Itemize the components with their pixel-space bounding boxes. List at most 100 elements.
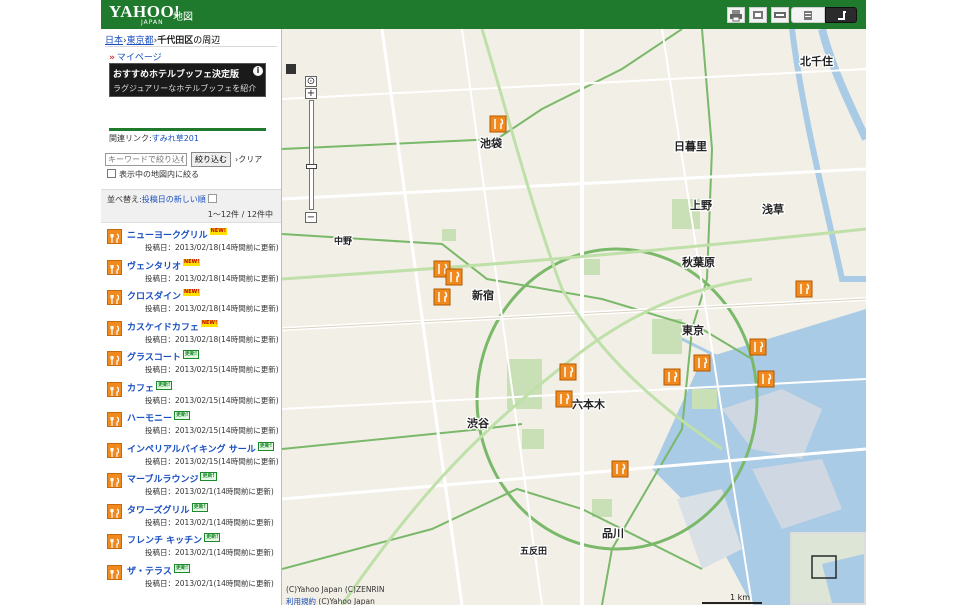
list-item[interactable]: グラスコート 更新! 投稿日：2013/02/15(14時間前に更新): [101, 349, 281, 379]
list-item[interactable]: ハーモニー 更新! 投稿日：2013/02/15(14時間前に更新): [101, 410, 281, 440]
list-item[interactable]: マーブルラウンジ 更新! 投稿日：2013/02/1(14時間前に更新): [101, 471, 281, 501]
list-item[interactable]: カフェ 更新! 投稿日：2013/02/15(14時間前に更新): [101, 380, 281, 410]
list-item[interactable]: ヴェンタリオ NEW! 投稿日：2013/02/18(14時間前に更新): [101, 258, 281, 288]
item-name[interactable]: クロスダイン NEW!: [127, 289, 201, 302]
item-name[interactable]: カスケイドカフェ NEW!: [127, 319, 219, 333]
list-view-icon: [804, 11, 812, 20]
item-title[interactable]: ニューヨークグリル: [127, 231, 208, 241]
list-item[interactable]: タワーズグリル 更新! 投稿日：2013/02/1(14時間前に更新): [101, 502, 281, 532]
share-button[interactable]: [749, 7, 767, 23]
restaurant-icon: [107, 412, 122, 427]
breadcrumb-tokyo[interactable]: 東京都: [127, 36, 154, 46]
item-title[interactable]: マーブルラウンジ: [127, 475, 198, 485]
info-icon[interactable]: i: [253, 66, 263, 76]
zoom-slider-knob[interactable]: [306, 164, 317, 169]
item-name[interactable]: タワーズグリル 更新!: [127, 502, 208, 516]
item-title[interactable]: グラスコート: [127, 353, 181, 363]
item-title[interactable]: ザ・テラス: [127, 567, 172, 577]
restaurant-pin[interactable]: [489, 115, 507, 133]
list-item[interactable]: フレンチ キッチン 更新! 投稿日：2013/02/1(14時間前に更新): [101, 532, 281, 562]
breadcrumb: 日本›東京都›千代田区の周辺: [105, 36, 221, 46]
zoom-out-button[interactable]: −: [305, 212, 317, 223]
item-title[interactable]: タワーズグリル: [127, 506, 190, 516]
list-view-button[interactable]: [791, 7, 825, 23]
restaurant-pin[interactable]: [555, 390, 573, 408]
list-item[interactable]: ニューヨークグリル NEW! 投稿日：2013/02/18(14時間前に更新): [101, 227, 281, 257]
item-name[interactable]: マーブルラウンジ 更新!: [127, 472, 217, 485]
item-name[interactable]: フレンチ キッチン 更新!: [127, 533, 221, 546]
item-name[interactable]: ザ・テラス 更新!: [127, 563, 191, 577]
list-item[interactable]: ザ・テラス 更新! 投稿日：2013/02/1(14時間前に更新): [101, 563, 281, 593]
map-label: 浅草: [762, 202, 784, 216]
item-date: 投稿日：2013/02/18(14時間前に更新): [145, 243, 279, 252]
map-mode-button[interactable]: [771, 7, 789, 23]
breadcrumb-japan[interactable]: 日本: [105, 36, 123, 46]
list-item[interactable]: カスケイドカフェ NEW! 投稿日：2013/02/18(14時間前に更新): [101, 319, 281, 349]
map-label: 新宿: [472, 288, 494, 302]
restaurant-icon: [107, 534, 122, 549]
item-title[interactable]: ヴェンタリオ: [127, 262, 181, 272]
route-button[interactable]: [825, 7, 857, 23]
item-title[interactable]: カフェ: [127, 384, 154, 394]
restaurant-pin[interactable]: [693, 354, 711, 372]
sort-control[interactable]: 並べ替え:投稿日の新しい順: [107, 194, 217, 205]
item-name[interactable]: カフェ 更新!: [127, 380, 173, 394]
list-item[interactable]: クロスダイン NEW! 投稿日：2013/02/18(14時間前に更新): [101, 288, 281, 318]
overview-map[interactable]: [790, 532, 866, 605]
restaurant-icon: [107, 473, 122, 488]
copyright-text: (C)Yahoo Japan: [318, 597, 375, 605]
item-title[interactable]: カスケイドカフェ: [127, 323, 199, 333]
restaurant-pin[interactable]: [795, 280, 813, 298]
item-title[interactable]: フレンチ キッチン: [127, 536, 202, 546]
clear-link[interactable]: ›クリア: [235, 154, 262, 165]
updated-badge: 更新!: [204, 533, 221, 542]
map-view[interactable]: 北千住 池袋 日暮里 上野 浅草 秋葉原 新宿 東京 渋谷 品川 六本木 中野 五反田 ⊙ + − (C…: [282, 29, 866, 605]
list-item[interactable]: インペリアルバイキング サール 更新! 投稿日：2013/02/15(14時間前に更…: [101, 441, 281, 471]
map-label: 中野: [334, 235, 352, 247]
compass-button[interactable]: ⊙: [305, 76, 317, 87]
sort-value[interactable]: 投稿日の新しい順: [142, 195, 206, 204]
item-title[interactable]: ハーモニー: [127, 414, 172, 424]
restaurant-pin[interactable]: [559, 363, 577, 381]
item-title[interactable]: クロスダイン: [127, 292, 181, 302]
dropdown-icon[interactable]: [207, 194, 217, 203]
map-area-checkbox[interactable]: [107, 169, 116, 178]
restaurant-icon: [107, 290, 122, 305]
header-bar: YAHOO! JAPAN 地図: [101, 0, 866, 30]
breadcrumb-suffix: の周辺: [193, 36, 221, 46]
map-canvas[interactable]: 北千住池袋 日暮里上野 浅草秋葉原新宿東京渋谷品川 六本木 中野五反田: [282, 29, 866, 605]
restaurant-pin[interactable]: [757, 370, 775, 388]
yahoo-logo[interactable]: YAHOO!: [109, 3, 180, 20]
terms-link[interactable]: 利用規約: [286, 597, 316, 605]
print-button[interactable]: [727, 7, 745, 23]
item-title[interactable]: インペリアルバイキング サール: [127, 445, 256, 455]
restaurant-icon: [107, 259, 122, 275]
keyword-input[interactable]: [105, 153, 187, 166]
related-link[interactable]: すみれ草201: [152, 134, 199, 143]
narrow-button[interactable]: 絞り込む: [191, 152, 231, 167]
updated-badge: 更新!: [182, 350, 200, 359]
item-name[interactable]: ハーモニー 更新!: [127, 411, 191, 424]
zoom-in-button[interactable]: +: [305, 88, 317, 99]
item-name[interactable]: ヴェンタリオ NEW!: [127, 258, 201, 272]
item-name[interactable]: ニューヨークグリル NEW!: [127, 228, 228, 241]
item-name[interactable]: インペリアルバイキング サール 更新!: [127, 441, 275, 455]
restaurant-pin[interactable]: [445, 268, 463, 286]
hotel-buffet-banner[interactable]: おすすめホテルブッフェ決定版 ラグジュアリーなホテルブッフェを紹介 i: [109, 63, 266, 97]
item-name[interactable]: グラスコート 更新!: [127, 350, 200, 363]
item-date: 投稿日：2013/02/1(14時間前に更新): [145, 517, 274, 527]
restaurant-pin[interactable]: [433, 288, 451, 306]
updated-badge: 更新!: [191, 502, 208, 512]
park: [582, 259, 600, 275]
zoom-slider[interactable]: [309, 100, 314, 210]
restaurant-pin[interactable]: [611, 460, 629, 478]
app-window: YAHOO! JAPAN 地図 日本›東京都›千代田区の周辺 » マイページ おす…: [101, 0, 866, 605]
map-label: 日暮里: [674, 139, 707, 153]
restaurant-pin[interactable]: [663, 368, 681, 386]
overview-canvas: [792, 534, 864, 603]
restaurant-icon: [107, 442, 122, 458]
updated-badge: 更新!: [156, 380, 173, 390]
section-divider: [109, 128, 266, 131]
mypage-link[interactable]: » マイページ: [109, 50, 162, 63]
restaurant-pin[interactable]: [749, 338, 767, 356]
